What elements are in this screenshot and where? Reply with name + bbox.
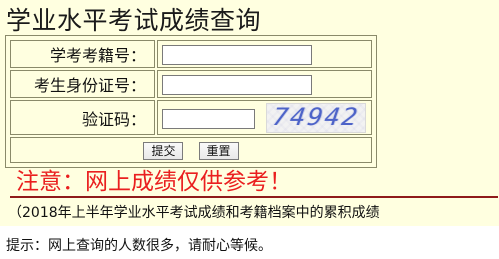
id-card-row: 考生身份证号：	[10, 70, 372, 99]
captcha-input-cell: 74942	[157, 100, 372, 135]
reset-button[interactable]: 重置	[198, 142, 239, 160]
captcha-label-cell: 验证码：	[10, 100, 155, 135]
id-card-input[interactable]	[162, 74, 312, 95]
reference-notice: 注意：网上成绩仅供参考！	[16, 169, 292, 195]
query-form-table: 学考考籍号： 考生身份证号： 验证码： 74942 提交 重置	[8, 38, 374, 165]
notice-divider	[10, 196, 498, 198]
captcha-image[interactable]: 74942	[266, 102, 367, 133]
student-id-input-cell	[157, 40, 372, 69]
button-row: 提交 重置	[10, 137, 372, 163]
captcha-code-text: 74942	[270, 102, 362, 131]
student-id-label: 学考考籍号：	[49, 46, 146, 66]
captcha-row: 验证码： 74942	[10, 100, 372, 135]
page-title: 学业水平考试成绩查询	[6, 6, 262, 35]
captcha-input[interactable]	[162, 108, 255, 129]
submit-button[interactable]: 提交	[143, 142, 184, 160]
id-card-label: 考生身份证号：	[33, 76, 146, 96]
footnote-text: （2018年上半年学业水平考试成绩和考籍档案中的累积成绩	[8, 205, 380, 221]
student-id-input[interactable]	[162, 44, 312, 65]
query-form: 学考考籍号： 考生身份证号： 验证码： 74942 提交 重置	[5, 35, 377, 168]
button-cell: 提交 重置	[10, 137, 372, 163]
student-id-label-cell: 学考考籍号：	[10, 40, 155, 69]
student-id-row: 学考考籍号：	[10, 40, 372, 69]
tip-text: 提示：网上查询的人数很多，请耐心等候。	[6, 238, 272, 254]
captcha-label: 验证码：	[81, 109, 146, 129]
id-card-input-cell	[157, 70, 372, 99]
id-card-label-cell: 考生身份证号：	[10, 70, 155, 99]
